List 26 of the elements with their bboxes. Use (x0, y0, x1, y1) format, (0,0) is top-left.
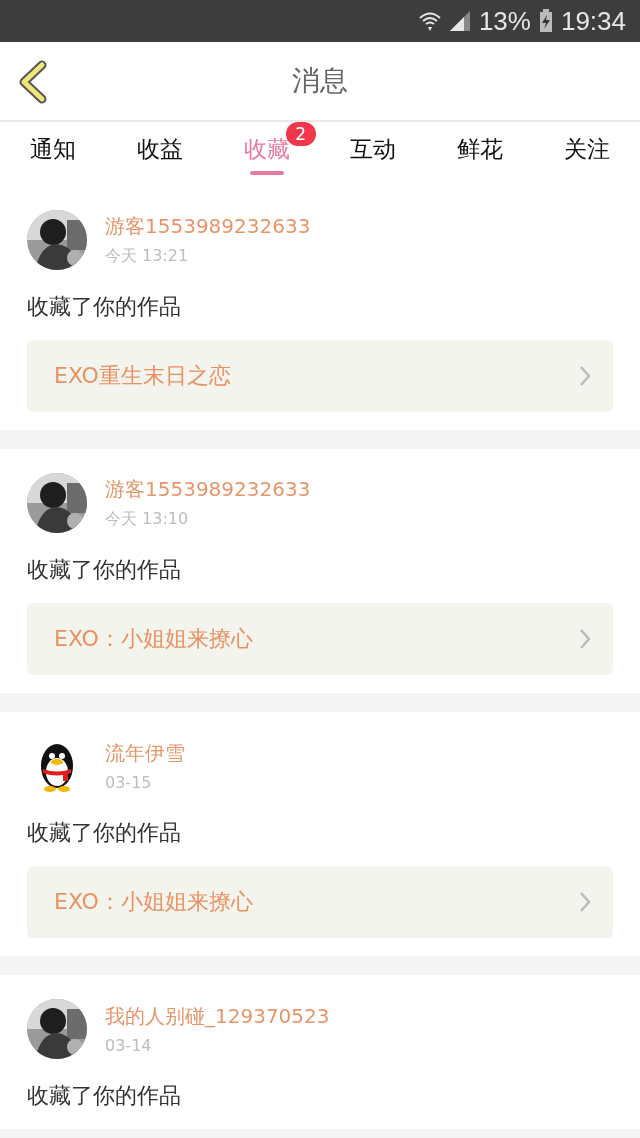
tab[interactable]: 鲜花 (426, 122, 534, 186)
tab[interactable]: 收益 (106, 122, 214, 186)
chevron-icon (579, 628, 591, 650)
user-name: 流年伊雪 (105, 740, 185, 767)
signal-icon (448, 10, 471, 32)
chevron-icon (579, 891, 591, 913)
timestamp: 今天 13:21 (105, 246, 190, 267)
chevron-icon (579, 365, 591, 387)
clock: 19:34 (560, 5, 626, 37)
wifi-icon (418, 10, 441, 32)
user-name: 游客1553989232633 (105, 476, 311, 503)
message-text: 收藏了你的作品 (27, 293, 182, 321)
timestamp: 03-14 (105, 1036, 153, 1055)
message-text: 收藏了你的作品 (27, 819, 182, 847)
timestamp: 今天 13:10 (105, 509, 190, 530)
battery-charging-icon (538, 9, 553, 33)
tab[interactable]: 互动 (320, 122, 427, 186)
battery-percent: 13% (478, 5, 531, 37)
message-text: 收藏了你的作品 (27, 556, 182, 584)
message-text: 收藏了你的作品 (27, 1082, 182, 1110)
tab[interactable]: 通知 (0, 122, 107, 186)
user-name: 游客1553989232633 (105, 213, 311, 240)
page-title: 消息 (292, 63, 348, 99)
user-name: 我的人别碰_129370523 (105, 1003, 330, 1030)
timestamp: 03-15 (105, 773, 153, 792)
tab[interactable]: 关注 (533, 122, 640, 186)
